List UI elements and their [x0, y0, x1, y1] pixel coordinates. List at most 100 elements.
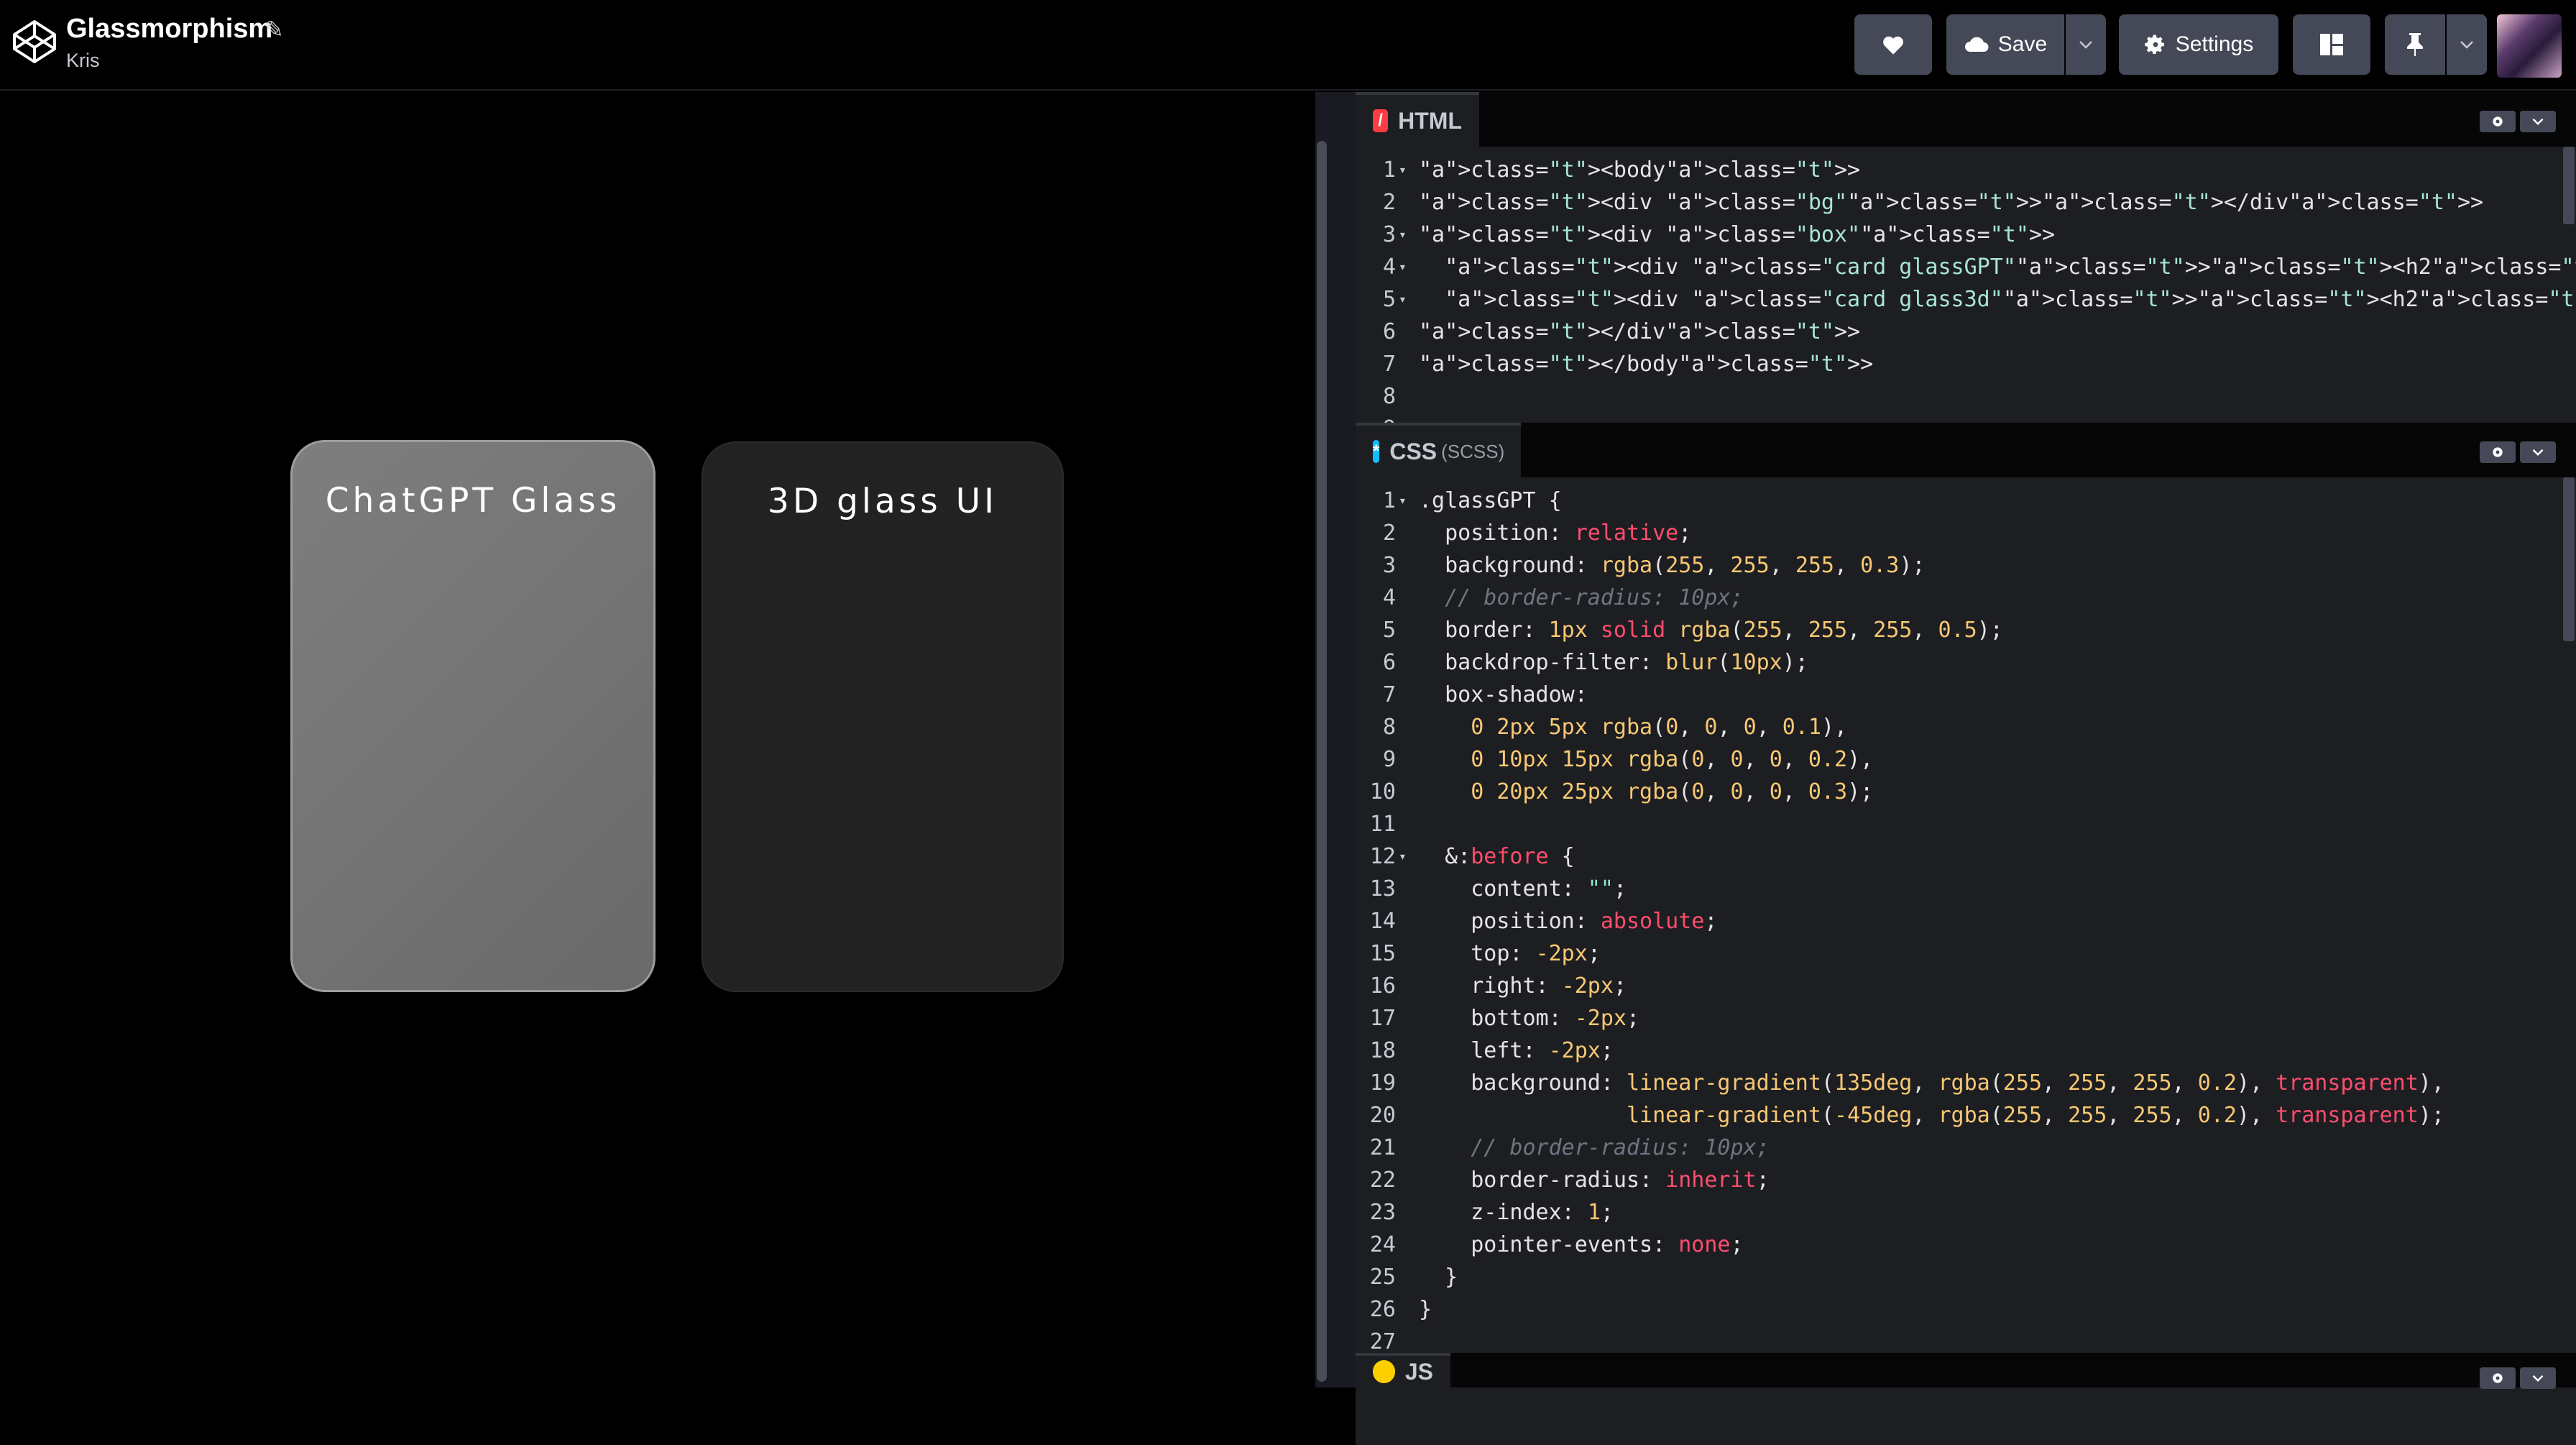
html-code-area[interactable]: 1 ▾ "a">class="t"><body"a">class="t">> 2 "a"… [1356, 147, 2576, 423]
top-header: Glassmorphism ✎ Kris Save Settings [0, 0, 2576, 91]
line-number: 19 [1369, 1070, 1396, 1096]
code-text: right: -2px; [1419, 973, 1627, 999]
line-number: 2 [1382, 190, 1396, 215]
fold-caret-icon[interactable]: ▾ [1399, 219, 1407, 251]
fold-caret-icon[interactable]: ▾ [1399, 840, 1407, 873]
line-number: 14 [1369, 909, 1396, 934]
code-text: 0 2px 5px rgba(0, 0, 0, 0.1), [1471, 715, 1848, 740]
css-preprocessor-label: (SCSS) [1441, 440, 1505, 462]
code-text: "a">class="t"><div "a">class="card glass… [1445, 254, 2576, 280]
pen-author[interactable]: Kris [66, 47, 100, 73]
tab-html[interactable]: / HTML [1356, 92, 1479, 147]
html-settings-button[interactable] [2480, 111, 2516, 132]
code-text: // border-radius: 10px; [1419, 585, 1744, 610]
love-button[interactable] [1854, 14, 1932, 75]
line-number: 6 [1382, 319, 1396, 344]
save-button[interactable]: Save [1946, 14, 2064, 75]
code-text: content: ""; [1419, 876, 1627, 902]
save-options-button[interactable] [2066, 14, 2106, 75]
code-text: "a">class="t"></body"a">class="t">> [1419, 352, 1874, 377]
code-text: pointer-events: none; [1419, 1232, 1744, 1257]
chevron-down-icon [2079, 41, 2092, 49]
pen-title[interactable]: Glassmorphism [66, 12, 272, 46]
line-number: 7 [1382, 682, 1396, 707]
css-scrollbar[interactable] [2563, 477, 2575, 641]
line-number: 1 [1382, 488, 1396, 513]
code-text: border-radius: inherit; [1419, 1168, 1770, 1193]
tab-css[interactable]: * CSS (SCSS) [1356, 423, 1521, 477]
settings-button[interactable]: Settings [2119, 14, 2278, 75]
fold-caret-icon[interactable]: ▾ [1399, 154, 1407, 186]
preview-scrollbar[interactable] [1317, 141, 1327, 1382]
line-number: 8 [1382, 384, 1396, 409]
html-collapse-button[interactable] [2520, 111, 2556, 132]
code-text: // border-radius: 10px; [1419, 1135, 1770, 1160]
js-collapse-button[interactable] [2520, 1367, 2556, 1389]
line-number: 20 [1369, 1103, 1396, 1128]
line-number: 4 [1382, 585, 1396, 610]
js-badge-icon [1373, 1360, 1395, 1383]
code-text: 0 10px 15px rgba(0, 0, 0, 0.2), [1471, 747, 1874, 772]
code-text: top: -2px; [1419, 941, 1601, 966]
fold-caret-icon[interactable]: ▾ [1399, 485, 1407, 517]
line-number: 3 [1382, 222, 1396, 247]
line-number: 22 [1369, 1168, 1396, 1193]
code-text: "a">class="t"><div "a">class="bg""a">cla… [1419, 190, 2484, 215]
line-number: 12 [1369, 844, 1396, 869]
code-text: } [1419, 1265, 1458, 1290]
settings-label: Settings [2175, 32, 2254, 56]
edit-title-icon[interactable]: ✎ [264, 16, 284, 43]
result-preview: ChatGPT Glass 3D glass UI [0, 92, 1315, 1387]
gear-icon [2493, 447, 2503, 457]
css-code-area[interactable]: 1 ▾ .glassGPT {2 position: relative; 3 back… [1356, 477, 2576, 1445]
code-text: "a">class="t"></div"a">class="t">> [1419, 319, 1861, 344]
card-glass3d-title: 3D glass UI [768, 482, 998, 521]
editor-column: / HTML 1 ▾ "a">class="t"><body"a">class="t… [1356, 92, 2576, 1445]
code-text: "a">class="t"><div "a">class="card glass… [1445, 287, 2576, 312]
line-number: 2 [1382, 520, 1396, 546]
css-collapse-button[interactable] [2520, 441, 2556, 463]
layout-icon [2320, 34, 2343, 55]
card-glass3d: 3D glass UI [702, 441, 1064, 992]
pin-options-button[interactable] [2447, 14, 2487, 75]
css-settings-button[interactable] [2480, 441, 2516, 463]
line-number: 6 [1382, 650, 1396, 675]
codepen-logo-icon[interactable] [12, 19, 58, 65]
code-text: "a">class="t"><div "a">class="box""a">cl… [1419, 222, 2056, 247]
pin-icon [2407, 33, 2423, 56]
line-number: 25 [1369, 1265, 1396, 1290]
layout-button[interactable] [2293, 14, 2370, 75]
line-number: 13 [1369, 876, 1396, 902]
save-label: Save [1997, 32, 2048, 56]
tab-js[interactable]: JS [1356, 1353, 1450, 1387]
chevron-down-icon [2532, 1375, 2544, 1382]
html-editor-header: / HTML [1356, 92, 2576, 147]
cloud-icon [1964, 36, 1990, 53]
gear-icon [2493, 1373, 2503, 1383]
js-settings-button[interactable] [2480, 1367, 2516, 1389]
heart-icon [1883, 36, 1903, 55]
line-number: 11 [1369, 812, 1396, 837]
pin-button[interactable] [2385, 14, 2445, 75]
line-number: 8 [1382, 715, 1396, 740]
line-number: 10 [1369, 779, 1396, 804]
html-tab-label: HTML [1398, 107, 1462, 134]
line-number: 21 [1369, 1135, 1396, 1160]
code-text: } [1419, 1297, 1432, 1322]
line-number: 24 [1369, 1232, 1396, 1257]
line-number: 3 [1382, 553, 1396, 578]
line-number: 4 [1382, 254, 1396, 280]
html-badge-icon: / [1373, 109, 1389, 132]
fold-caret-icon[interactable]: ▾ [1399, 283, 1407, 316]
card-glassgpt-title: ChatGPT Glass [325, 481, 621, 520]
user-avatar[interactable] [2497, 14, 2562, 78]
html-scrollbar[interactable] [2563, 147, 2575, 224]
line-number: 16 [1369, 973, 1396, 999]
line-number: 1 [1382, 157, 1396, 183]
code-text: "a">class="t"><body"a">class="t">> [1419, 157, 1861, 183]
line-number: 18 [1369, 1038, 1396, 1063]
code-text: &:before { [1419, 844, 1575, 869]
css-tab-label: CSS [1389, 438, 1438, 464]
code-text: z-index: 1; [1419, 1200, 1614, 1225]
fold-caret-icon[interactable]: ▾ [1399, 251, 1407, 283]
